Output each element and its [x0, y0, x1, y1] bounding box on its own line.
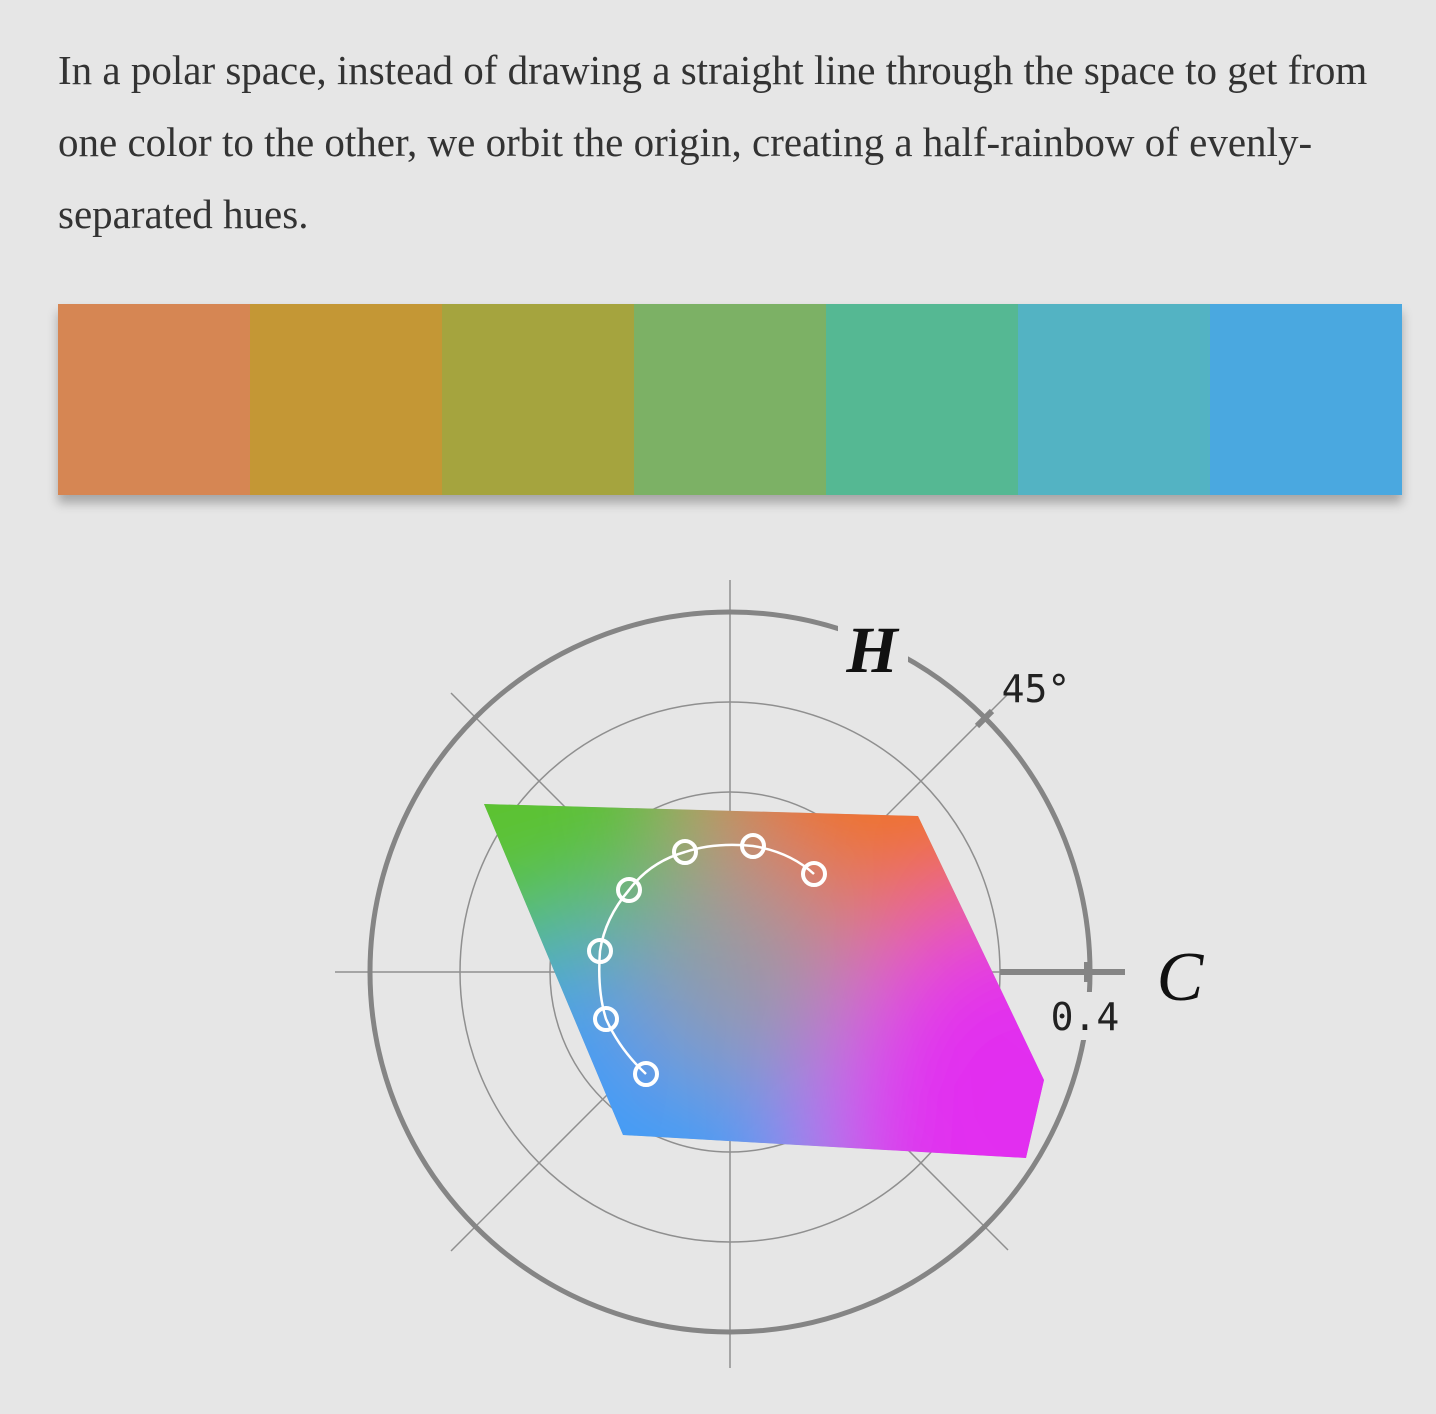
polar-color-space-diagram: H 45° C 0.4 — [0, 540, 1436, 1414]
swatch-7 — [1210, 304, 1402, 495]
chroma-axis-label: C — [1157, 939, 1205, 1016]
swatch-6 — [1018, 304, 1210, 495]
swatch-4 — [634, 304, 826, 495]
swatch-3 — [442, 304, 634, 495]
hue-axis-label: H — [845, 614, 900, 687]
description-paragraph: In a polar space, instead of drawing a s… — [58, 47, 1368, 237]
hue-tick-label: 45° — [1002, 667, 1071, 711]
polar-diagram-svg: H 45° C 0.4 — [335, 580, 1205, 1368]
swatch-2 — [250, 304, 442, 495]
chroma-tick-label: 0.4 — [1051, 995, 1120, 1039]
swatch-1 — [58, 304, 250, 495]
swatch-5 — [826, 304, 1018, 495]
color-swatch-strip — [58, 304, 1402, 495]
